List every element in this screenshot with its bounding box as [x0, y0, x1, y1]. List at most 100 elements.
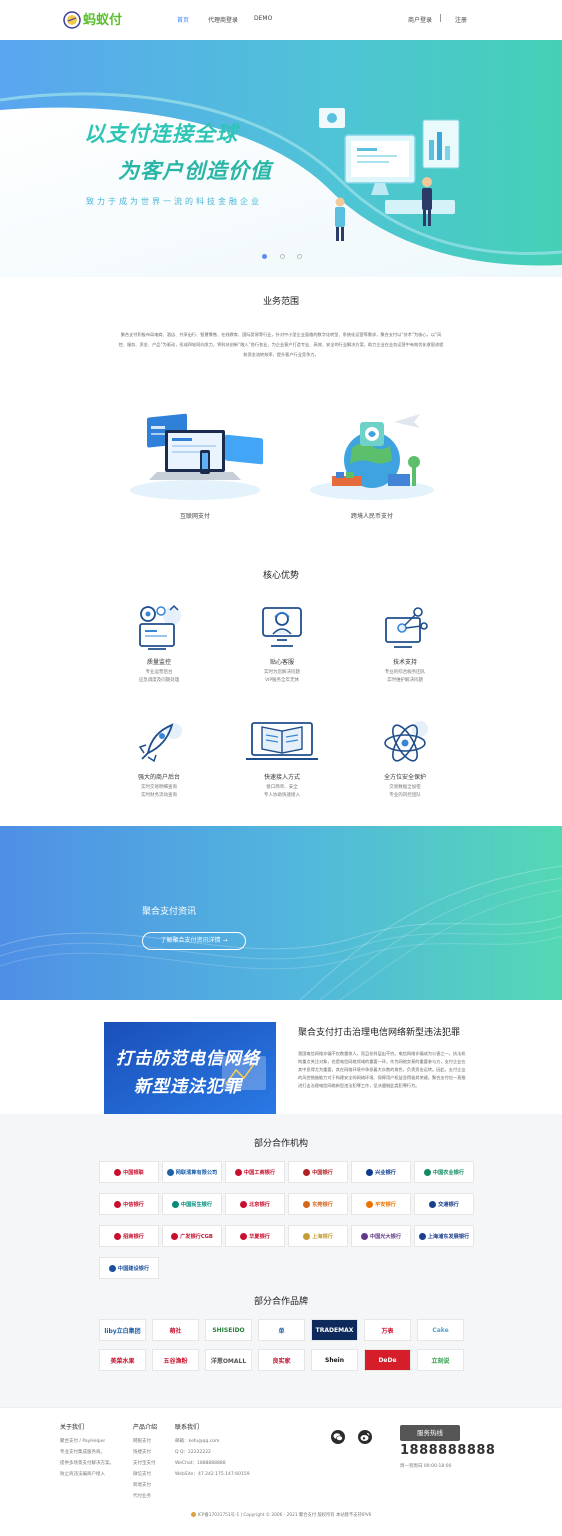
footer-product-link[interactable]: 代付业务 [133, 1493, 151, 1499]
partner-org-name: 中国农业银行 [432, 1169, 465, 1176]
business-card-label: 跨境人民币支付 [350, 513, 393, 520]
partner-brand-logo: Cake [417, 1319, 464, 1341]
logo-badge-icon [63, 11, 81, 29]
hero-carousel[interactable]: 以支付连接全球 为客户创造价值 致力于成为世界一流的科技金融企业 [0, 40, 562, 277]
footer-product-link[interactable]: 微信支付 [133, 1471, 151, 1477]
nav-merchant-login[interactable]: 商户登录 [408, 15, 432, 24]
carousel-dot[interactable] [297, 254, 302, 259]
advantage-desc: 专业的综合服务团队 实时维护解决问题 [345, 669, 465, 685]
partner-brand-logo: 美菜水果 [99, 1349, 146, 1371]
footer-about-title: 关于我们 [60, 1424, 85, 1431]
news-image-background [104, 1022, 276, 1118]
bank-emblem-icon [418, 1232, 426, 1240]
nav-home[interactable]: 首页 [177, 15, 189, 24]
partner-org-name: 中国工商银行 [243, 1169, 276, 1176]
partner-brand-logo: liby立白集团 [99, 1319, 146, 1341]
business-card-crossborder-pay[interactable]: 跨境人民币支付 [302, 400, 442, 525]
hotline-label: 服务热线 [400, 1425, 460, 1441]
bank-emblem-icon [234, 1168, 242, 1176]
footer-product-link[interactable]: 快捷支付 [133, 1449, 151, 1455]
partner-org-name: 招商银行 [123, 1233, 144, 1240]
hero-illustration [319, 108, 460, 241]
carousel-dot[interactable] [262, 254, 267, 259]
nav-agent-login[interactable]: 代理商登录 [208, 15, 238, 24]
advantage-desc-line: 专业的综合服务团队 [384, 670, 426, 675]
partner-brand-logo: 五谷渔粉 [152, 1349, 199, 1371]
partner-brand-name: 美菜水果 [110, 1357, 135, 1365]
partner-brands-title: 部分合作品牌 [253, 1297, 308, 1307]
advantage-title: 强大的商户后台 [137, 774, 180, 781]
advantage-customer-service: 贴心客服 实时为您解决问题 VIP服务全年无休 [222, 602, 342, 687]
rocket-icon [138, 723, 182, 763]
partner-org-logo: 上海浦东发展银行 [414, 1225, 474, 1247]
advantage-desc-line: 实时维护解决问题 [387, 678, 423, 683]
bank-emblem-icon [240, 1232, 248, 1240]
advantage-desc-line: 专人协助快速接入 [264, 793, 300, 798]
partner-org-logo: 华夏银行 [225, 1225, 285, 1247]
banner-more-button[interactable]: 了解聚合支付资讯详情 → [142, 932, 246, 950]
partner-org-name: 中国建设银行 [117, 1265, 150, 1272]
business-card-internet-pay[interactable]: 互联网支付 [125, 400, 265, 525]
hotline-hours: 周一到周日 09:00-18:00 [400, 1464, 452, 1469]
advantage-desc-line: 专业运营后台 [145, 670, 173, 675]
hotline-number[interactable]: 1888888888 [400, 1443, 495, 1458]
footer-product-link[interactable]: 网银支付 [133, 1438, 151, 1444]
footer-contact-wechat: WeChat：1888888888 [175, 1461, 226, 1466]
advantage-desc: 实时交易明细查询 实时财务流动查询 [99, 784, 219, 800]
news-title[interactable]: 聚合支付打击治理电信网络新型违法犯罪 [298, 1025, 460, 1038]
nav-register[interactable]: 注册 [455, 15, 467, 24]
partner-org-name: 中国银行 [312, 1169, 333, 1176]
nav-demo[interactable]: DEMO [254, 15, 272, 22]
partner-brand-logo: DeDe [364, 1349, 411, 1371]
advantage-quality-monitoring: 质量监控 专业运营后台 应急调度及问题处理 [99, 602, 219, 687]
footer-about-item: 防止商违法骗商户接入 [60, 1472, 105, 1477]
top-nav: 蚂蚁付 首页 代理商登录 DEMO 商户登录 注册 [0, 0, 562, 40]
copyright-text: ICP备17031751号-1 | Copyright © 2006 - 202… [0, 1512, 562, 1518]
footer-product-link[interactable]: 支付宝支付 [133, 1460, 156, 1466]
partner-org-logo: 网联清算有限公司 [162, 1161, 222, 1183]
partner-org-logo: 中信银行 [99, 1193, 159, 1215]
globe-crossborder-illustration [310, 414, 434, 500]
footer-about-item: 提供多场景支付解决方案。 [60, 1461, 114, 1466]
partner-brand-name: 万表 [381, 1327, 394, 1335]
advantage-tech-support: 技术支持 专业的综合服务团队 实时维护解决问题 [345, 602, 465, 687]
advantage-desc: 交易数据全加密 专业的风控团队 [345, 784, 465, 800]
weibo-icon[interactable] [358, 1430, 372, 1444]
hero-headline-1: 以支付连接全球 [84, 122, 238, 146]
site-logo[interactable]: 蚂蚁付 [63, 9, 123, 29]
partner-org-logo: 中国工商银行 [225, 1161, 285, 1183]
advantage-desc-line: 实时为您解决问题 [264, 670, 300, 675]
partner-org-logo: 兴业银行 [351, 1161, 411, 1183]
footer-contact-website: WebSite：47.242.175.147:60159 [175, 1472, 250, 1477]
advantage-title: 快速接入方式 [263, 774, 300, 781]
bank-emblem-icon [303, 1168, 311, 1176]
partner-org-name: 兴业银行 [375, 1169, 396, 1176]
partner-org-logo: 上海银行 [288, 1225, 348, 1247]
partner-brand-name: 单 [278, 1327, 285, 1335]
advantage-merchant-backend: 强大的商户后台 实时交易明细查询 实时财务流动查询 [99, 717, 219, 802]
footer-product-link[interactable]: 跨境支付 [133, 1482, 151, 1488]
footer-about-item: 专业支付集成服务商。 [60, 1450, 105, 1455]
carousel-dot[interactable] [280, 254, 285, 259]
partner-brand-logo: 萌社 [152, 1319, 199, 1341]
partner-brand-logo: 洋葱OMALL [205, 1349, 252, 1371]
partner-brand-logo: 良实家 [258, 1349, 305, 1371]
advantage-desc: 实时为您解决问题 VIP服务全年无休 [222, 669, 342, 685]
partner-org-name: 交通银行 [438, 1201, 459, 1208]
copyright-line[interactable]: ICP备17031751号-1 | Copyright © 2006 - 202… [198, 1513, 372, 1518]
bank-emblem-icon [114, 1168, 122, 1176]
partner-brand-name: 良实家 [272, 1357, 291, 1365]
footer-about-item: 聚合支付 / PayHelper [60, 1439, 106, 1444]
banner-title: 聚合支付资讯 [142, 907, 197, 917]
wechat-icon[interactable] [331, 1430, 345, 1444]
partner-org-logo: 中国建设银行 [99, 1257, 159, 1279]
bank-emblem-icon [171, 1232, 179, 1240]
nav-divider [440, 14, 441, 22]
partner-brand-logo: Shein [311, 1349, 358, 1371]
news-image[interactable]: 打击防范电信网络 新型违法犯罪 [104, 1022, 276, 1118]
partner-org-name: 广发银行CGB [180, 1233, 213, 1240]
partner-org-name: 中国民生银行 [180, 1201, 213, 1208]
banner-background [0, 826, 562, 1000]
partner-brand-name: Shein [325, 1356, 344, 1364]
advantages-section-title: 核心优势 [262, 571, 299, 581]
